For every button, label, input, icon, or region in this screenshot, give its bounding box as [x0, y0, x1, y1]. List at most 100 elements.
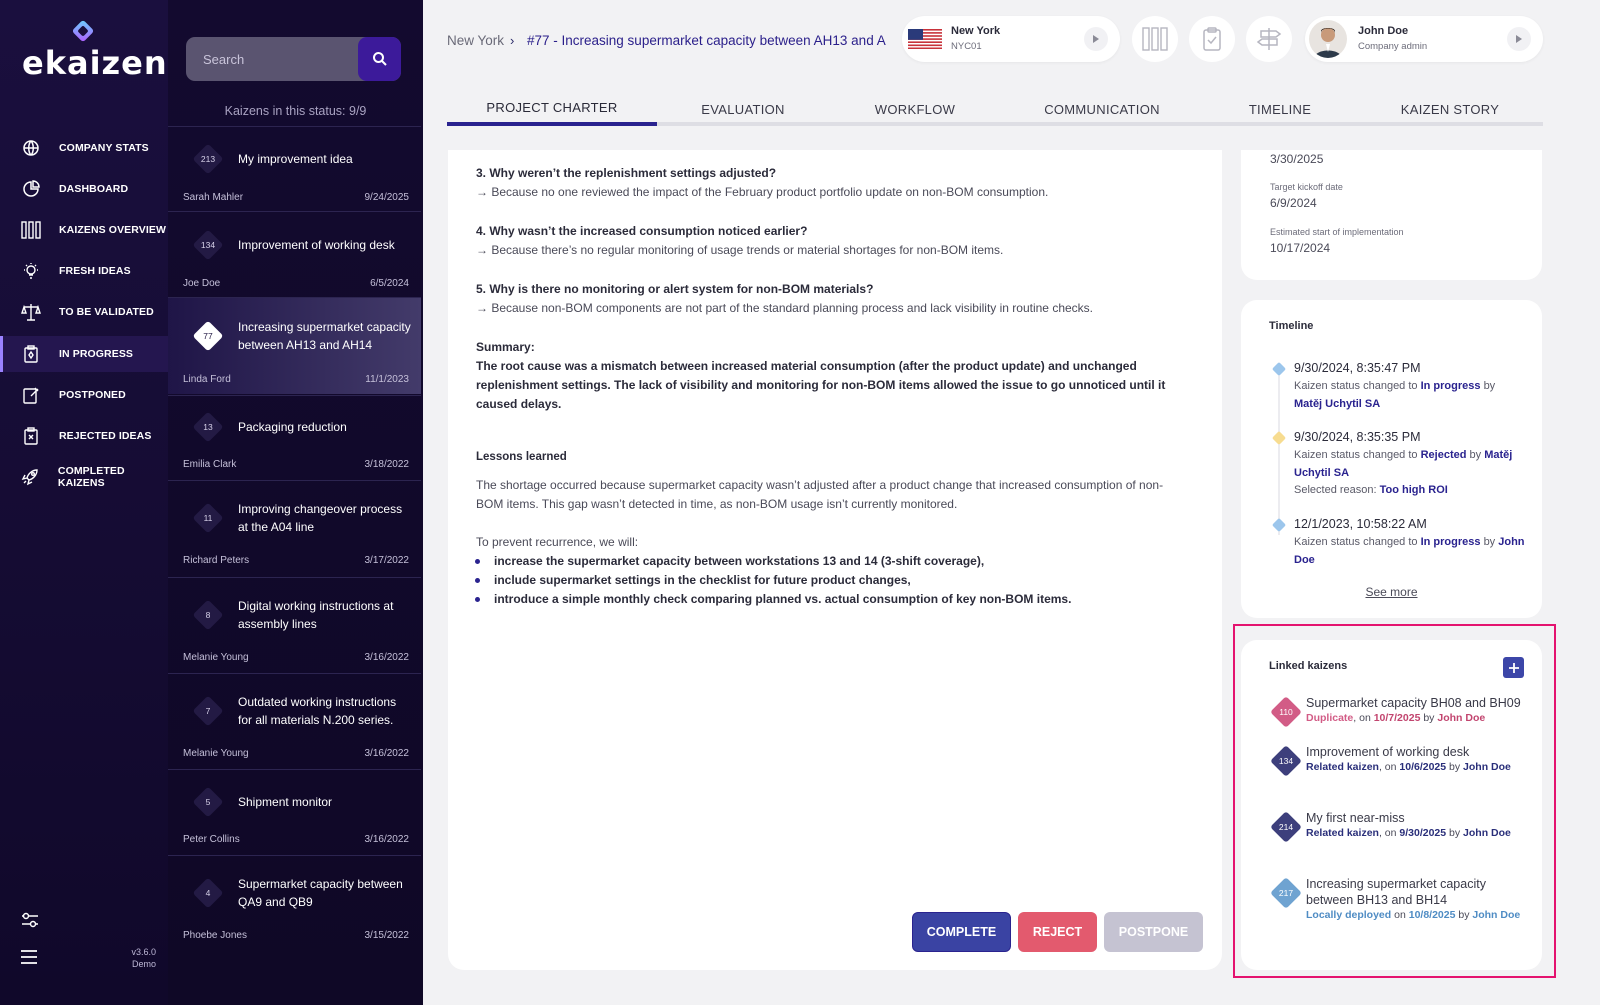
nav-label: IN PROGRESS [59, 348, 134, 360]
clipboard-progress-icon [21, 344, 41, 364]
timeline-line [1278, 375, 1280, 535]
kickoff-label: Target kickoff date [1270, 182, 1343, 192]
location-code: NYC01 [951, 41, 982, 52]
brand-wordmark: ekaizen [22, 44, 168, 82]
implementation-label: Estimated start of implementation [1270, 227, 1404, 237]
clipboard-x-icon [21, 426, 41, 446]
avatar [1309, 20, 1347, 58]
kaizen-list-item[interactable]: 8 Digital working instructions at assemb… [168, 577, 421, 673]
location-selector[interactable]: New York NYC01 [902, 16, 1120, 62]
timeline-dot [1271, 361, 1287, 377]
kaizen-list-item[interactable]: 11 Improving changeover process at the A… [168, 480, 421, 577]
nav-dashboard[interactable]: DASHBOARD [0, 171, 168, 207]
breadcrumb-title: #77 - Increasing supermarket capacity be… [527, 33, 887, 48]
timeline-time: 12/1/2023, 10:58:22 AM [1294, 517, 1427, 531]
kaizen-list-item[interactable]: 4 Supermarket capacity between QA9 and Q… [168, 855, 421, 955]
breadcrumb-city[interactable]: New York [447, 33, 504, 48]
kaizen-number-badge: 77 [192, 320, 224, 352]
reject-button[interactable]: REJECT [1018, 912, 1097, 952]
user-menu[interactable]: John Doe Company admin [1305, 16, 1543, 62]
user-expand-button[interactable] [1507, 27, 1531, 51]
kaizen-date: 6/5/2024 [370, 278, 409, 289]
kaizen-list-item[interactable]: 7 Outdated working instructions for all … [168, 673, 421, 769]
kaizen-title: Improvement of working desk [238, 238, 395, 252]
tab-evaluation[interactable]: EVALUATION [661, 92, 825, 126]
kaizen-author: Joe Doe [183, 278, 221, 289]
kaizen-author: Melanie Young [183, 748, 249, 759]
user-role: Company admin [1358, 41, 1428, 52]
timeline-dot [1271, 430, 1287, 446]
checklist-button[interactable] [1189, 16, 1235, 62]
kaizen-list-item-selected[interactable]: 77 Increasing supermarket capacity betwe… [168, 297, 421, 394]
menu-icon[interactable] [20, 948, 38, 971]
nav-to-be-validated[interactable]: TO BE VALIDATED [0, 294, 168, 330]
nav-fresh-ideas[interactable]: FRESH IDEAS [0, 253, 168, 289]
nav-label: POSTPONED [59, 389, 126, 401]
kaizen-date: 3/16/2022 [364, 652, 410, 663]
timeline-title: Timeline [1269, 320, 1314, 332]
tab-project-charter[interactable]: PROJECT CHARTER [447, 92, 657, 126]
postpone-button[interactable]: POSTPONE [1104, 912, 1203, 952]
nav-label: DASHBOARD [59, 183, 129, 195]
highlight-frame [1233, 624, 1556, 978]
kaizen-author: Sarah Mahler [183, 192, 244, 203]
complete-button[interactable]: COMPLETE [912, 912, 1011, 952]
search-button[interactable] [358, 37, 401, 81]
kaizen-date: 3/17/2022 [364, 555, 410, 566]
caret-right-icon [1093, 35, 1099, 43]
nav-label: REJECTED IDEAS [59, 430, 152, 442]
kaizen-title: Shipment monitor [238, 795, 333, 809]
date-value: 3/30/2025 [1270, 152, 1324, 166]
tab-communication[interactable]: COMMUNICATION [1012, 92, 1192, 126]
kaizen-date: 9/24/2025 [364, 192, 410, 203]
kaizen-list-item[interactable]: 5 Shipment monitor Peter Collins 3/16/20… [168, 769, 421, 855]
kaizen-author: Emilia Clark [183, 459, 237, 470]
kaizen-number-badge: 213 [192, 143, 224, 175]
columns-icon [1142, 27, 1168, 51]
why-4: 4. Why wasn’t the increased consumption … [476, 224, 808, 238]
prevention-bullet: increase the supermarket capacity betwee… [474, 554, 984, 568]
us-flag-icon [908, 29, 942, 49]
see-more-link[interactable]: See more [1241, 585, 1542, 599]
tab-kaizen-story[interactable]: KAIZEN STORY [1367, 92, 1533, 126]
kaizen-number-badge: 11 [192, 502, 224, 534]
timeline-dot [1271, 517, 1287, 533]
nav-completed-kaizens[interactable]: COMPLETED KAIZENS [0, 459, 168, 495]
ekaizen-logo[interactable]: ekaizen [22, 14, 167, 84]
search-input[interactable] [186, 37, 358, 81]
nav-company-stats[interactable]: COMPANY STATS [0, 130, 168, 166]
tab-workflow[interactable]: WORKFLOW [835, 92, 995, 126]
kickoff-value: 6/9/2024 [1270, 196, 1317, 210]
why-5-answer: → Because non-BOM components are not par… [476, 301, 1093, 315]
timeline-entry-text: Kaizen status changed to Rejected by Mat… [1294, 449, 1513, 496]
nav-kaizens-overview[interactable]: KAIZENS OVERVIEW [0, 212, 168, 248]
timeline-time: 9/30/2024, 8:35:35 PM [1294, 430, 1421, 444]
filter-settings-icon[interactable] [20, 910, 40, 935]
pie-chart-icon [21, 179, 41, 199]
kaizen-number-badge: 8 [192, 599, 224, 631]
kaizen-list-item[interactable]: 213 My improvement idea Sarah Mahler 9/2… [168, 126, 421, 211]
kaizen-number-badge: 13 [192, 411, 224, 443]
sidebar: ekaizen COMPANY STATS DASHBOARD KAIZENS … [0, 0, 168, 1005]
kanban-view-button[interactable] [1132, 16, 1178, 62]
nav-rejected-ideas[interactable]: REJECTED IDEAS [0, 418, 168, 454]
user-name: John Doe [1358, 25, 1409, 37]
why-3-answer: → Because no one reviewed the impact of … [476, 185, 1049, 199]
timeline-card: Timeline 9/30/2024, 8:35:47 PM Kaizen st… [1241, 300, 1542, 618]
timeline-time: 9/30/2024, 8:35:47 PM [1294, 361, 1421, 375]
prevention-bullet: include supermarket settings in the chec… [475, 573, 911, 587]
kaizen-list-item[interactable]: 13 Packaging reduction Emilia Clark 3/18… [168, 395, 421, 480]
location-expand-button[interactable] [1084, 27, 1108, 51]
kaizen-list-item[interactable]: 134 Improvement of working desk Joe Doe … [168, 211, 421, 297]
kaizen-date: 3/16/2022 [364, 834, 410, 845]
kaizen-title: Outdated working instructions for all ma… [238, 695, 397, 727]
signpost-button[interactable] [1246, 16, 1292, 62]
kaizen-list-panel: Kaizens in this status: 9/9 213 My impro… [168, 0, 423, 1005]
nav-postponed[interactable]: POSTPONED [0, 377, 168, 413]
clipboard-check-icon [1203, 27, 1221, 51]
tab-timeline[interactable]: TIMELINE [1210, 92, 1350, 126]
timeline-entry-text: Kaizen status changed to In progress by … [1294, 536, 1525, 566]
nav-in-progress[interactable]: IN PROGRESS [0, 336, 168, 372]
kaizen-author: Peter Collins [183, 834, 240, 845]
logo-mark-icon [72, 20, 94, 42]
